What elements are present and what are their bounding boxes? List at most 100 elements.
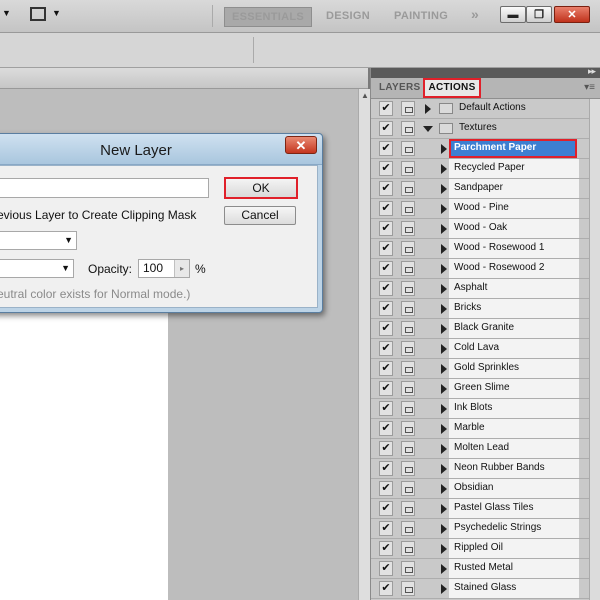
action-row[interactable]: ✔ Asphalt [371,279,589,299]
collapsed-triangle-icon[interactable] [441,204,447,214]
collapsed-triangle-icon[interactable] [441,184,447,194]
toggle-dialog-icon[interactable] [401,201,415,216]
toggle-dialog-icon[interactable] [401,121,415,136]
panel-collapse-bar[interactable]: ▸▸ [371,66,600,78]
toggle-item-checkbox[interactable]: ✔ [379,381,393,396]
action-row[interactable]: ✔ Ink Blots [371,399,589,419]
ok-button[interactable]: OK [224,177,298,199]
close-window-button[interactable]: ✕ [554,6,590,23]
collapsed-triangle-icon[interactable] [441,504,447,514]
toggle-item-checkbox[interactable]: ✔ [379,501,393,516]
action-row[interactable]: ✔ Obsidian [371,479,589,499]
toggle-dialog-icon[interactable] [401,501,415,516]
mode-dropdown[interactable]: ▼ [0,259,74,278]
action-row[interactable]: ✔ Bricks [371,299,589,319]
minimize-button[interactable]: ▬ [500,6,526,23]
toggle-dialog-icon[interactable] [401,401,415,416]
toggle-dialog-icon[interactable] [401,101,415,116]
collapsed-triangle-icon[interactable] [441,584,447,594]
panel-scrollbar[interactable] [589,99,600,600]
toggle-dialog-icon[interactable] [401,341,415,356]
toggle-dialog-icon[interactable] [401,421,415,436]
dialog-close-button[interactable]: ✕ [285,136,317,154]
opacity-stepper-icon[interactable]: ▸ [174,260,189,277]
collapse-icon[interactable]: ▸▸ [588,66,596,77]
action-row[interactable]: ✔ Gold Sprinkles [371,359,589,379]
collapsed-triangle-icon[interactable] [441,364,447,374]
toggle-dialog-icon[interactable] [401,181,415,196]
dialog-titlebar[interactable]: New Layer ✕ [0,134,322,165]
action-row[interactable]: ✔ Neon Rubber Bands [371,459,589,479]
toggle-dialog-icon[interactable] [401,521,415,536]
action-row[interactable]: ✔ Rippled Oil [371,539,589,559]
panel-menu-icon[interactable]: ▾≡ [584,82,595,93]
toggle-dialog-icon[interactable] [401,281,415,296]
collapsed-triangle-icon[interactable] [441,164,447,174]
action-row[interactable]: ✔ Molten Lead [371,439,589,459]
collapsed-triangle-icon[interactable] [441,384,447,394]
toggle-dialog-icon[interactable] [401,361,415,376]
collapsed-triangle-icon[interactable] [441,564,447,574]
document-canvas[interactable] [0,290,168,600]
toggle-item-checkbox[interactable]: ✔ [379,481,393,496]
toggle-item-checkbox[interactable]: ✔ [379,421,393,436]
toggle-item-checkbox[interactable]: ✔ [379,561,393,576]
toggle-dialog-icon[interactable] [401,241,415,256]
action-set-row[interactable]: ✔ Default Actions [371,99,589,119]
workspace-essentials[interactable]: ESSENTIALS [224,7,312,27]
collapsed-triangle-icon[interactable] [441,424,447,434]
toggle-item-checkbox[interactable]: ✔ [379,441,393,456]
toggle-item-checkbox[interactable]: ✔ [379,461,393,476]
action-row[interactable]: ✔ Cold Lava [371,339,589,359]
toggle-dialog-icon[interactable] [401,161,415,176]
collapsed-triangle-icon[interactable] [441,324,447,334]
toggle-dialog-icon[interactable] [401,381,415,396]
opacity-input[interactable]: 100 ▸ [138,259,190,278]
collapsed-triangle-icon[interactable] [441,344,447,354]
toggle-item-checkbox[interactable]: ✔ [379,221,393,236]
action-row[interactable]: ✔ Stained Glass [371,579,589,599]
toggle-item-checkbox[interactable]: ✔ [379,261,393,276]
toggle-item-checkbox[interactable]: ✔ [379,361,393,376]
screen-mode-dropdown-icon[interactable]: ▼ [52,8,61,18]
collapsed-triangle-icon[interactable] [441,544,447,554]
toggle-dialog-icon[interactable] [401,441,415,456]
action-row[interactable]: ✔ Green Slime [371,379,589,399]
collapsed-triangle-icon[interactable] [441,444,447,454]
workspace-design[interactable]: DESIGN [326,7,370,25]
collapsed-triangle-icon[interactable] [425,104,431,114]
arrange-dropdown-icon[interactable]: ▼ [2,8,11,18]
action-row[interactable]: ✔ Marble [371,419,589,439]
action-row[interactable]: ✔ Wood - Oak [371,219,589,239]
action-row[interactable]: ✔ Wood - Rosewood 2 [371,259,589,279]
toggle-item-checkbox[interactable]: ✔ [379,141,393,156]
workspace-painting[interactable]: PAINTING [394,7,448,25]
collapsed-triangle-icon[interactable] [441,304,447,314]
toggle-dialog-icon[interactable] [401,541,415,556]
tab-actions[interactable]: ACTIONS [423,78,481,98]
toggle-item-checkbox[interactable]: ✔ [379,181,393,196]
toggle-item-checkbox[interactable]: ✔ [379,321,393,336]
toggle-item-checkbox[interactable]: ✔ [379,581,393,596]
tab-layers[interactable]: LAYERS [379,82,420,93]
collapsed-triangle-icon[interactable] [441,464,447,474]
action-row[interactable]: ✔ Parchment Paper [371,139,589,159]
action-row[interactable]: ✔ Psychedelic Strings [371,519,589,539]
toggle-dialog-icon[interactable] [401,481,415,496]
toggle-item-checkbox[interactable]: ✔ [379,281,393,296]
collapsed-triangle-icon[interactable] [441,524,447,534]
restore-button[interactable]: ❐ [526,6,552,23]
toggle-dialog-icon[interactable] [401,461,415,476]
toggle-dialog-icon[interactable] [401,321,415,336]
toggle-dialog-icon[interactable] [401,221,415,236]
expanded-triangle-icon[interactable] [423,126,433,132]
action-set-row[interactable]: ✔ Textures [371,119,589,139]
layer-name-input[interactable] [0,178,209,198]
cancel-button[interactable]: Cancel [224,206,296,225]
toggle-dialog-icon[interactable] [401,261,415,276]
toggle-dialog-icon[interactable] [401,301,415,316]
toggle-dialog-icon[interactable] [401,141,415,156]
collapsed-triangle-icon[interactable] [441,484,447,494]
toggle-item-checkbox[interactable]: ✔ [379,241,393,256]
toggle-item-checkbox[interactable]: ✔ [379,101,393,116]
